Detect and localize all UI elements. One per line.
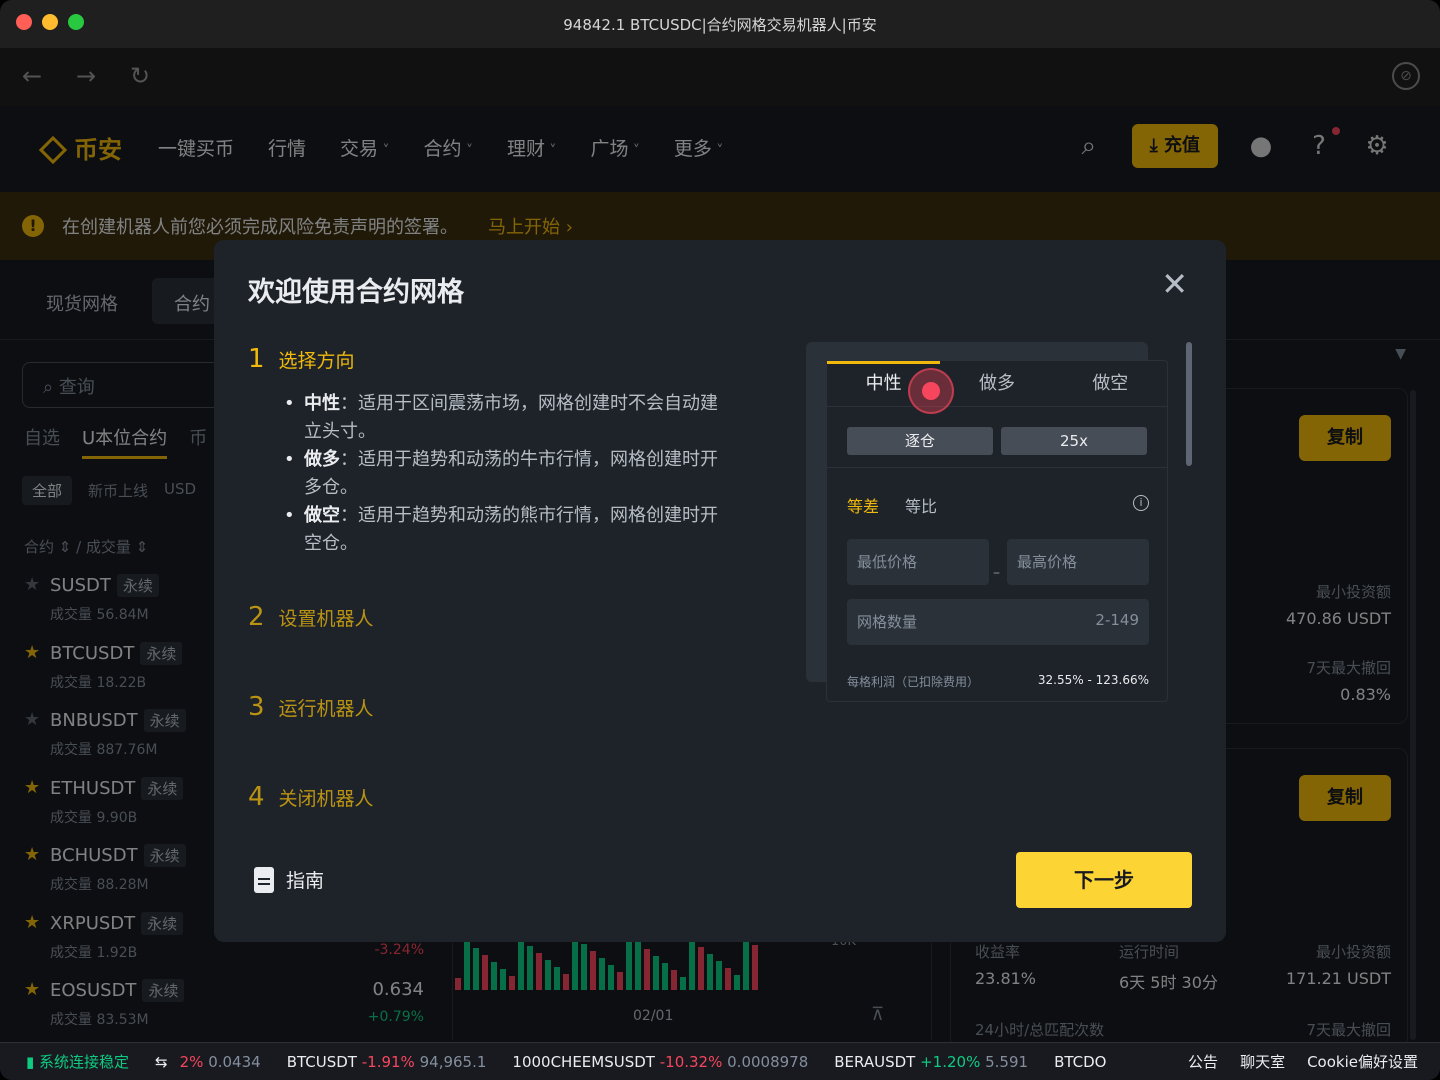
cookie-preferences-link[interactable]: Cookie偏好设置 xyxy=(1307,1051,1418,1072)
ticker-item[interactable]: BERAUSDT +1.20% 5.591 xyxy=(834,1053,1028,1071)
step-label: 关闭机器人 xyxy=(278,788,374,810)
term-long: 做多 xyxy=(304,449,340,470)
maximize-window-button[interactable] xyxy=(68,14,84,30)
dialog-scrollbar[interactable] xyxy=(1186,342,1192,466)
status-links: 公告 聊天室 Cookie偏好设置 xyxy=(1188,1051,1418,1072)
status-bar: ▮ 系统连接稳定 ⇆ 2% 0.0434 BTCUSDT -1.91% 94,9… xyxy=(0,1042,1440,1080)
chatroom-link[interactable]: 聊天室 xyxy=(1240,1051,1285,1072)
minimize-window-button[interactable] xyxy=(42,14,58,30)
ticker-symbol: BTCDO xyxy=(1054,1052,1107,1071)
ticker-item[interactable]: BTCUSDT -1.91% 94,965.1 xyxy=(287,1053,487,1071)
step-1[interactable]: 1 选择方向 xyxy=(248,344,355,374)
mode-geometric[interactable]: 等比 xyxy=(905,493,937,517)
grid-count-input[interactable]: 网格数量 2-149 xyxy=(847,599,1149,645)
close-icon[interactable]: ✕ xyxy=(1161,268,1188,300)
tutorial-highlight-marker[interactable] xyxy=(908,368,954,414)
range-dash: – xyxy=(993,565,1000,581)
step-number: 4 xyxy=(248,782,265,812)
ticker-price: 0.0008978 xyxy=(727,1052,809,1071)
term-desc: ：适用于趋势和动荡的牛市行情，网格创建时开多仓。 xyxy=(304,449,718,498)
grid-count-placeholder: 网格数量 xyxy=(857,613,918,631)
term-desc: ：适用于趋势和动荡的熊市行情，网格创建时开空仓。 xyxy=(304,505,718,554)
step-number: 2 xyxy=(248,602,265,632)
ticker-symbol: BERAUSDT xyxy=(834,1052,916,1071)
profit-value: 32.55% - 123.66% xyxy=(1037,673,1149,687)
ticker-price: 0.0434 xyxy=(208,1052,261,1071)
step-number: 1 xyxy=(248,344,265,374)
dialog-title: 欢迎使用合约网格 xyxy=(248,277,464,308)
step-2[interactable]: 2 设置机器人 xyxy=(248,602,374,632)
term-desc: ：适用于区间震荡市场，网格创建时不会自动建立头寸。 xyxy=(304,393,718,442)
info-icon[interactable]: i xyxy=(1133,495,1149,511)
ticker-change: 2% xyxy=(179,1052,204,1071)
ticker-item[interactable]: 2% 0.0434 xyxy=(180,1053,261,1071)
term-short: 做空 xyxy=(304,505,340,526)
step-label: 选择方向 xyxy=(278,350,355,372)
grid-preview: 中性 做多 做空 逐仓 25x 等差 等比 i 最低价格 – 最高价格 网格数量… xyxy=(826,360,1168,702)
grid-count-range: 2-149 xyxy=(1095,611,1139,629)
step-4[interactable]: 4 关闭机器人 xyxy=(248,782,374,812)
step-label: 设置机器人 xyxy=(278,608,374,630)
connection-text: 系统连接稳定 xyxy=(39,1053,130,1071)
ticker-symbol: 1000CHEEMSUSDT xyxy=(512,1052,655,1071)
step-label: 运行机器人 xyxy=(278,698,374,720)
ticker-change: +1.20% xyxy=(920,1052,981,1071)
connection-status: ▮ 系统连接稳定 xyxy=(26,1053,130,1071)
mode-arithmetic[interactable]: 等差 xyxy=(847,493,879,517)
tab-short[interactable]: 做空 xyxy=(1054,361,1167,406)
guide-label: 指南 xyxy=(286,870,325,892)
term-neutral: 中性 xyxy=(304,393,340,414)
direction-description: 中性：适用于区间震荡市场，网格创建时不会自动建立头寸。 做多：适用于趋势和动荡的… xyxy=(284,390,734,558)
window-title: 94842.1 BTCUSDC|合约网格交易机器人|币安 xyxy=(563,15,877,34)
document-icon xyxy=(254,866,274,893)
welcome-dialog: 欢迎使用合约网格 ✕ 1 选择方向 中性：适用于区间震荡市场，网格创建时不会自动… xyxy=(214,240,1226,942)
ticker-change: -1.91% xyxy=(361,1052,415,1071)
app-window: 94842.1 BTCUSDC|合约网格交易机器人|币安 ← → ↻ ⊘ 币安 … xyxy=(0,0,1440,1080)
step-3[interactable]: 3 运行机器人 xyxy=(248,692,374,722)
ticker-price: 94,965.1 xyxy=(419,1052,487,1071)
divider xyxy=(827,467,1167,468)
grid-mode-tabs: 等差 等比 xyxy=(847,493,937,517)
ticker-item[interactable]: 1000CHEEMSUSDT -10.32% 0.0008978 xyxy=(512,1053,808,1071)
ticker-price: 5.591 xyxy=(985,1052,1029,1071)
guide-link[interactable]: 指南 xyxy=(254,866,324,893)
profit-label: 每格利润（已扣除费用） xyxy=(847,675,980,689)
title-bar: 94842.1 BTCUSDC|合约网格交易机器人|币安 xyxy=(0,0,1440,48)
list-item: 中性：适用于区间震荡市场，网格创建时不会自动建立头寸。 xyxy=(284,390,734,446)
leverage-button[interactable]: 25x xyxy=(1001,427,1147,455)
margin-mode-button[interactable]: 逐仓 xyxy=(847,427,993,455)
margin-settings: 逐仓 25x xyxy=(847,427,1147,455)
next-button[interactable]: 下一步 xyxy=(1016,852,1192,908)
min-price-input[interactable]: 最低价格 xyxy=(847,539,989,585)
ticker-item[interactable]: BTCDO xyxy=(1054,1053,1106,1071)
max-price-input[interactable]: 最高价格 xyxy=(1007,539,1149,585)
step-number: 3 xyxy=(248,692,265,722)
ticker-settings-icon[interactable]: ⇆ xyxy=(155,1053,168,1071)
tab-long[interactable]: 做多 xyxy=(940,361,1053,406)
list-item: 做空：适用于趋势和动荡的熊市行情，网格创建时开空仓。 xyxy=(284,502,734,558)
close-window-button[interactable] xyxy=(16,14,32,30)
ticker-change: -10.32% xyxy=(659,1052,723,1071)
list-item: 做多：适用于趋势和动荡的牛市行情，网格创建时开多仓。 xyxy=(284,446,734,502)
direction-tabs: 中性 做多 做空 xyxy=(827,361,1167,407)
announcements-link[interactable]: 公告 xyxy=(1188,1051,1218,1072)
window-controls xyxy=(16,14,84,30)
ticker-symbol: BTCUSDT xyxy=(286,1052,357,1071)
